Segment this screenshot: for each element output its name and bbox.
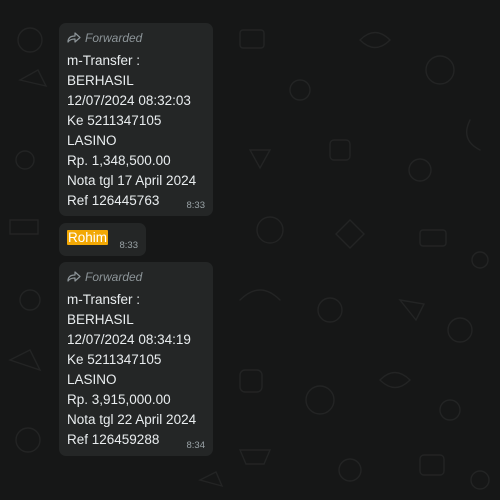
message-line: LASINO: [67, 372, 117, 387]
message-line: Ref 126459288: [67, 432, 160, 447]
forward-arrow-icon: [67, 270, 81, 285]
forwarded-indicator: Forwarded: [67, 269, 142, 285]
message-text: Rohim: [67, 229, 109, 247]
message-line: Ke 5211347105: [67, 113, 162, 128]
message-timestamp: 8:33: [119, 240, 139, 251]
forwarded-label: Forwarded: [85, 270, 143, 284]
message-line: m-Transfer :: [67, 292, 141, 307]
message-line: Nota tgl 17 April 2024: [67, 173, 197, 188]
message-bubble-forwarded[interactable]: Forwarded m-Transfer : BERHASIL 12/07/20…: [59, 262, 213, 456]
message-text: m-Transfer : BERHASIL 12/07/2024 08:34:1…: [67, 290, 196, 450]
message-line: 12/07/2024 08:32:03: [67, 93, 191, 108]
message-line: BERHASIL: [67, 312, 134, 327]
message-line: Rp. 1,348,500.00: [67, 153, 171, 168]
message-bubble-forwarded[interactable]: Forwarded m-Transfer : BERHASIL 12/07/20…: [59, 23, 213, 216]
highlighted-name: Rohim: [67, 230, 109, 245]
message-line: Nota tgl 22 April 2024: [67, 412, 197, 427]
message-line: Rp. 3,915,000.00: [67, 392, 171, 407]
message-timestamp: 8:33: [186, 200, 206, 211]
message-timestamp: 8:34: [186, 440, 206, 451]
message-line: 12/07/2024 08:34:19: [67, 332, 191, 347]
message-line: Ke 5211347105: [67, 352, 162, 367]
message-text: m-Transfer : BERHASIL 12/07/2024 08:32:0…: [67, 51, 196, 211]
message-bubble[interactable]: Rohim 8:33: [59, 223, 146, 256]
message-line: Ref 126445763: [67, 193, 160, 208]
message-line: LASINO: [67, 133, 117, 148]
forward-arrow-icon: [67, 31, 81, 46]
message-line: m-Transfer :: [67, 53, 141, 68]
forwarded-label: Forwarded: [85, 31, 143, 45]
message-line: BERHASIL: [67, 73, 134, 88]
forwarded-indicator: Forwarded: [67, 30, 142, 46]
